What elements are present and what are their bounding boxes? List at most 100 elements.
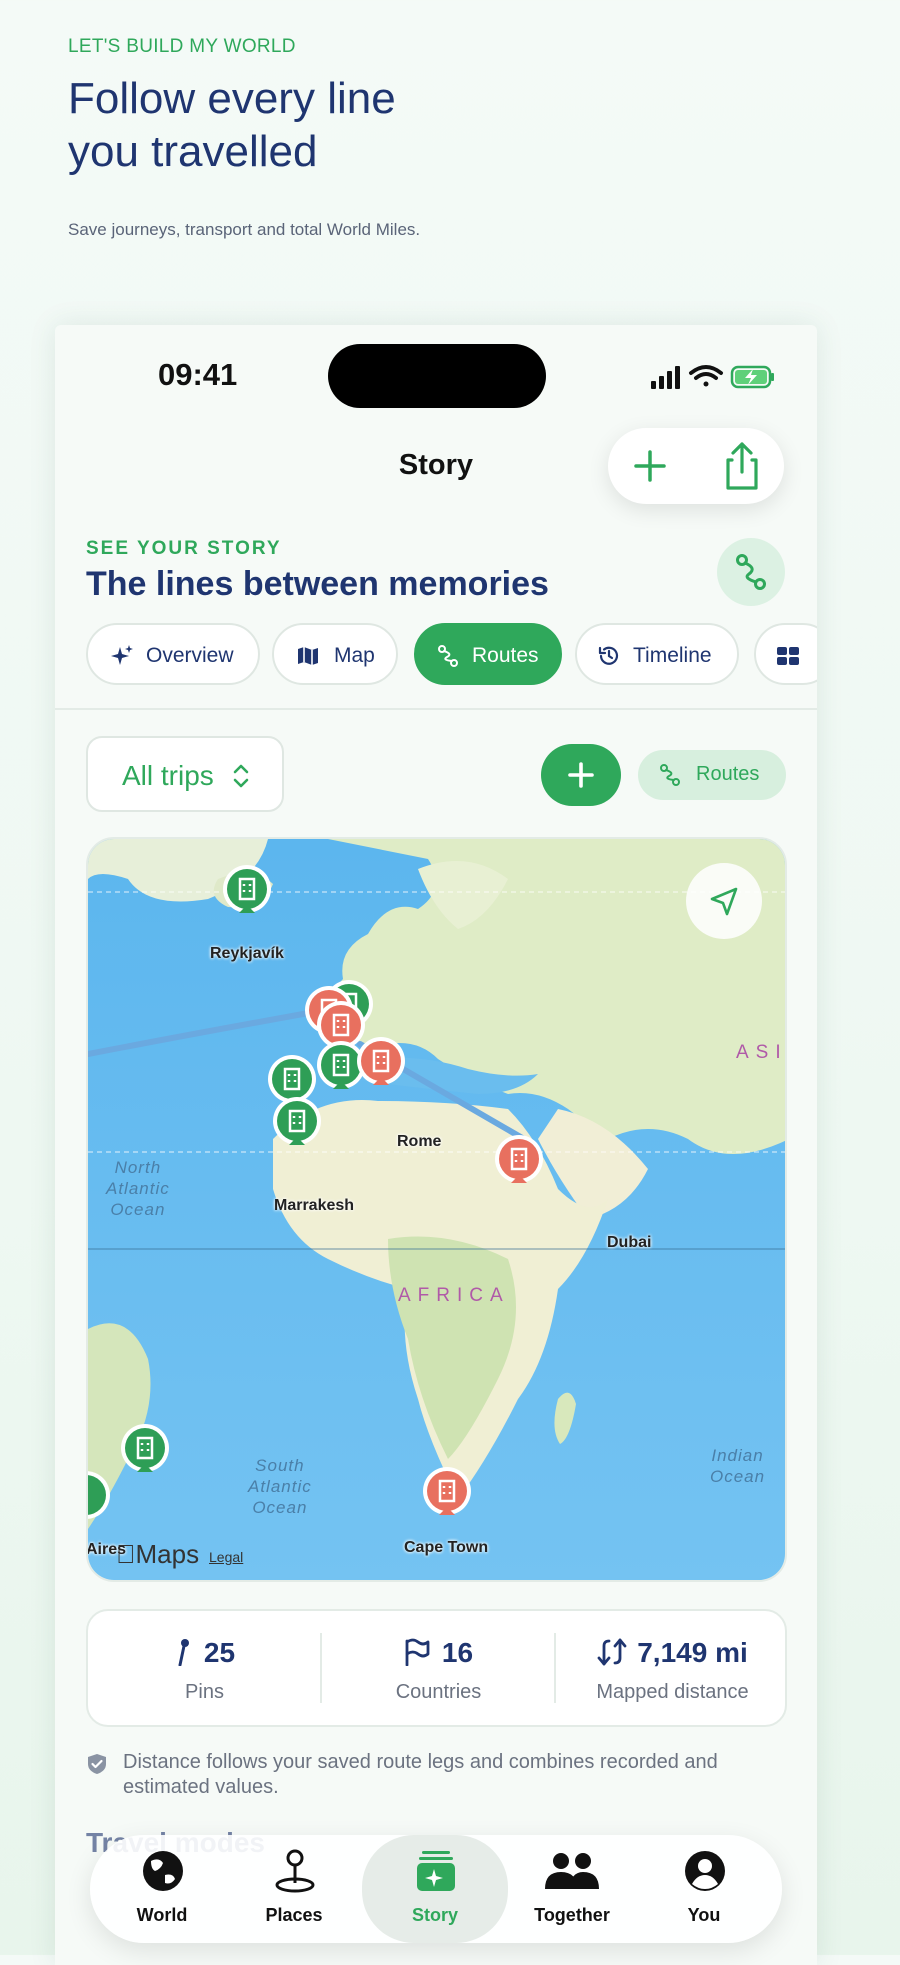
places-icon <box>275 1849 315 1893</box>
promo-eyebrow: LET'S BUILD MY WORLD <box>68 36 296 57</box>
route-icon <box>438 645 458 667</box>
chevron-updown-icon <box>233 764 249 788</box>
story-icon <box>417 1851 455 1891</box>
wifi-icon <box>689 365 723 387</box>
stat-distance-caption: Mapped distance <box>596 1681 749 1703</box>
status-time: 09:41 <box>158 357 238 392</box>
route-icon <box>736 554 766 590</box>
tabbar-item-story[interactable]: Story <box>362 1835 508 1943</box>
map-pin-visited[interactable] <box>86 1469 114 1531</box>
battery-charging-icon <box>730 365 774 389</box>
history-icon <box>598 646 619 665</box>
promo-title-line2: you travelled <box>68 127 318 176</box>
phone-screen: 09:41 Story SEE YOUR STORY The lines bet… <box>55 325 817 1965</box>
globe-icon <box>143 1851 183 1891</box>
stat-distance: 7,149 mi Mapped distance <box>556 1611 789 1725</box>
section-title: The lines between memories <box>86 565 549 603</box>
plus-icon <box>568 762 594 788</box>
map-pin-planned[interactable] <box>419 1465 475 1527</box>
map-label-rome: Rome <box>397 1133 442 1150</box>
stat-countries-number: 16 <box>441 1637 474 1668</box>
tabbar-item-you-label: You <box>687 1905 721 1925</box>
section-eyebrow: SEE YOUR STORY <box>86 538 282 559</box>
route-icon <box>660 764 680 786</box>
tabbar-item-story-label: Story <box>411 1905 458 1925</box>
location-arrow-icon <box>710 887 738 916</box>
add-route-button[interactable] <box>541 744 621 806</box>
ocean-label-indian: Indian Ocean <box>710 1446 766 1486</box>
map-pin-visited[interactable] <box>219 863 275 925</box>
tab-timeline-label: Timeline <box>633 644 712 667</box>
stat-countries-caption: Countries <box>395 1681 482 1703</box>
maps-brand-label: Maps <box>116 1539 200 1569</box>
legal-link[interactable]: Legal <box>209 1549 243 1565</box>
tab-map-label: Map <box>334 644 375 667</box>
route-shortcut-button[interactable] <box>717 538 785 606</box>
signal-icon <box>651 366 680 389</box>
locate-button[interactable] <box>686 863 762 939</box>
maps-brand: Maps <box>116 1539 199 1570</box>
tab-overview-label: Overview <box>146 644 234 667</box>
promo-title-line1: Follow every line <box>68 74 396 123</box>
routes-map[interactable]: Reykjavík Rome Marrakesh Dubai Cape Town… <box>86 837 787 1582</box>
stat-pins-value: 25 <box>88 1637 321 1669</box>
tabbar-item-you[interactable]: You <box>646 1835 762 1943</box>
tabs-divider <box>55 708 817 710</box>
dynamic-island <box>328 344 546 408</box>
status-icons <box>651 365 774 389</box>
map-pin-visited[interactable] <box>269 1095 325 1157</box>
tab-grid[interactable] <box>754 623 817 685</box>
routes-chip[interactable]: Routes <box>638 750 786 800</box>
map-pin-planned[interactable] <box>353 1035 409 1097</box>
tabbar-item-together-label: Together <box>534 1905 610 1925</box>
stat-distance-value: 7,149 mi <box>556 1637 789 1669</box>
region-label-africa: AFRICA <box>398 1285 510 1306</box>
ocean-label-north-atlantic: North Atlantic Ocean <box>106 1158 170 1219</box>
routes-chip-label: Routes <box>696 763 760 785</box>
ocean-label-south-atlantic: South Atlantic Ocean <box>248 1456 312 1517</box>
flag-icon <box>405 1638 430 1667</box>
tabbar-item-world-label: World <box>136 1905 188 1925</box>
stat-pins-number: 25 <box>203 1637 236 1668</box>
promo-title: Follow every line you travelled <box>68 72 668 178</box>
tabbar-item-places[interactable]: Places <box>236 1835 352 1943</box>
tab-bar: World Places Story Together You <box>90 1835 782 1943</box>
person-icon <box>685 1851 725 1891</box>
distance-icon <box>597 1638 627 1666</box>
shield-check-icon <box>88 1754 106 1774</box>
stats-card: 25 Pins 16 Countries 7,149 mi Mapped dis… <box>86 1609 787 1727</box>
tabbar-item-places-label: Places <box>265 1905 323 1925</box>
trip-filter-label: All trips <box>122 760 214 791</box>
stat-countries-value: 16 <box>322 1637 555 1669</box>
tab-overview[interactable]: Overview <box>86 623 260 685</box>
apple-icon:  <box>116 1539 136 1569</box>
nav-actions <box>608 428 784 504</box>
stat-countries: 16 Countries <box>322 1611 555 1725</box>
stat-distance-number: 7,149 mi <box>637 1637 748 1668</box>
tabbar-item-together[interactable]: Together <box>514 1835 630 1943</box>
map-label-dubai: Dubai <box>607 1234 652 1251</box>
promo-subtitle: Save journeys, transport and total World… <box>68 220 421 239</box>
grid-icon <box>777 647 799 665</box>
map-pin-visited[interactable] <box>117 1422 173 1484</box>
trip-filter-select[interactable]: All trips <box>86 736 284 812</box>
region-label-asia: ASI <box>736 1042 787 1063</box>
map-pin-planned[interactable] <box>491 1133 547 1195</box>
map-label-marrakesh: Marrakesh <box>274 1197 355 1214</box>
map-label-reykjavik: Reykjavík <box>210 945 284 962</box>
pin-icon <box>178 1639 189 1667</box>
tab-timeline[interactable]: Timeline <box>575 623 739 685</box>
tab-routes[interactable]: Routes <box>414 623 562 685</box>
distance-note: Distance follows your saved route legs a… <box>123 1751 718 1798</box>
stat-pins-caption: Pins <box>185 1681 224 1703</box>
tabbar-item-world[interactable]: World <box>104 1835 220 1943</box>
stat-pins: 25 Pins <box>88 1611 321 1725</box>
tab-map[interactable]: Map <box>272 623 398 685</box>
story-tabs: Overview Map Routes Timeline <box>86 623 817 689</box>
map-label-cape-town: Cape Town <box>404 1539 489 1556</box>
tab-routes-label: Routes <box>472 644 539 667</box>
plus-icon[interactable] <box>624 440 676 492</box>
share-icon[interactable] <box>716 438 768 494</box>
people-icon <box>545 1853 599 1889</box>
map-icon <box>298 647 318 665</box>
